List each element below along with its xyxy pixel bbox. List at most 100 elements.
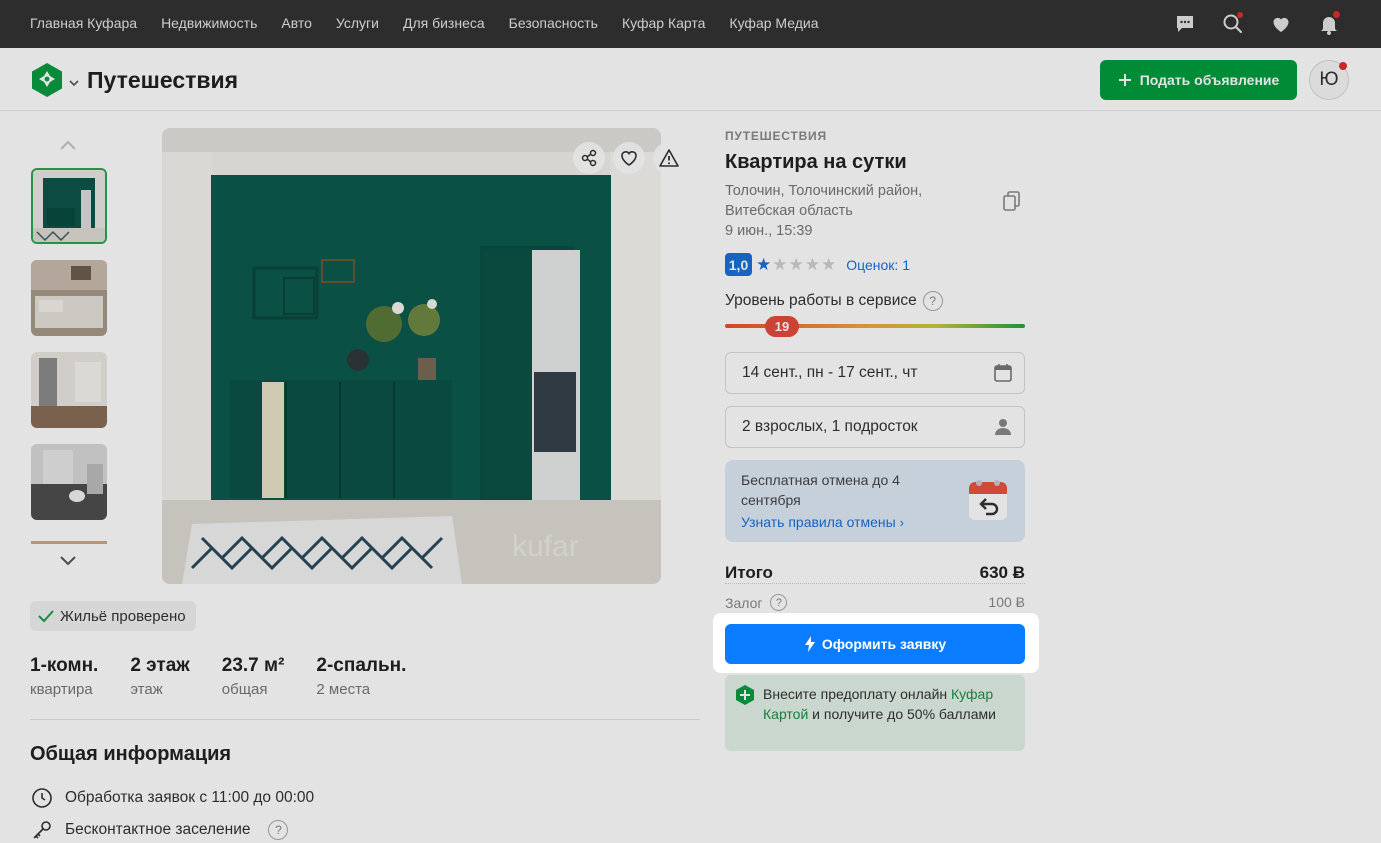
avatar[interactable]: Ю — [1309, 60, 1349, 100]
spec-value: 1-комн. — [30, 655, 99, 676]
search-heart-icon[interactable] — [1221, 12, 1245, 36]
spec-value: 2 этаж — [130, 655, 190, 676]
dates-field[interactable]: 14 сент., пн - 17 сент., чт — [725, 352, 1025, 394]
plus-icon — [1118, 74, 1131, 86]
calendar-return-icon — [967, 476, 1009, 527]
submit-request-label: Оформить заявку — [821, 636, 947, 652]
promo-text: Внесите предоплату онлайн Куфар Картой и… — [763, 684, 1003, 724]
cancel-rules-link[interactable]: Узнать правила отмены › — [741, 514, 904, 530]
thumbnail-4[interactable] — [31, 444, 107, 520]
dates-value: 14 сент., пн - 17 сент., чт — [742, 364, 918, 381]
rating-count-link[interactable]: Оценок: 1 — [846, 257, 910, 273]
warning-icon — [659, 149, 679, 167]
post-ad-label: Подать объявление — [1139, 72, 1280, 88]
spec-floor: 2 этаж этаж — [130, 655, 189, 698]
submit-request-button[interactable]: Оформить заявку — [725, 624, 1025, 664]
nav-link-auto[interactable]: Авто — [281, 15, 312, 31]
divider — [30, 719, 700, 720]
report-button[interactable] — [653, 142, 685, 174]
ad-title: Квартира на сутки — [725, 151, 907, 173]
nav-link-security[interactable]: Безопасность — [509, 15, 598, 31]
cancel-rules-label: Узнать правила отмены — [741, 514, 896, 530]
rating-stars: ★ ★ ★ ★ ★ — [756, 255, 836, 275]
verified-label: Жильё проверено — [60, 607, 186, 625]
nav-link-kufar-card[interactable]: Куфар Карта — [622, 15, 705, 31]
nav-link-business[interactable]: Для бизнеса — [403, 15, 485, 31]
nav-link-services[interactable]: Услуги — [336, 15, 379, 31]
bell-icon[interactable] — [1317, 11, 1341, 36]
person-icon — [995, 419, 1011, 435]
info-row-hours: Обработка заявок с 11:00 до 00:00 — [31, 787, 314, 809]
service-level-label: Уровень работы в сервисе — [725, 292, 917, 309]
deposit-label: Залог — [725, 594, 763, 611]
calendar-icon — [994, 364, 1012, 382]
star-icon: ★ — [821, 254, 837, 274]
main-photo[interactable]: kufar — [162, 128, 661, 584]
deposit-value: 100 Ƀ — [988, 594, 1025, 610]
lightning-icon — [804, 636, 815, 652]
location-line: Толочин, Толочинский район, — [725, 183, 923, 199]
specs: 1-комн. квартира 2 этаж этаж 23.7 м² общ… — [30, 655, 438, 698]
chevron-right-icon: › — [899, 515, 904, 530]
deposit: Залог ? — [725, 594, 788, 611]
watermark-text: kufar — [512, 530, 579, 563]
copy-icon[interactable] — [1002, 190, 1022, 217]
service-level: Уровень работы в сервисе ? — [725, 291, 943, 311]
promo-text-part: Внесите предоплату онлайн — [763, 686, 952, 702]
notification-dot — [1339, 62, 1347, 70]
clock-icon — [32, 788, 52, 808]
star-icon: ★ — [756, 254, 772, 274]
top-navigation: Главная Куфара Недвижимость Авто Услуги … — [0, 0, 1381, 48]
spec-label: квартира — [30, 681, 93, 698]
spec-label: этаж — [130, 681, 163, 698]
nav-link-realty[interactable]: Недвижимость — [161, 15, 257, 31]
thumbnails-up-button[interactable] — [58, 138, 78, 156]
thumbnails-down-button[interactable] — [58, 554, 78, 572]
page-title: Путешествия — [87, 67, 239, 93]
help-icon[interactable]: ? — [770, 594, 788, 611]
spec-label: 2 места — [316, 681, 371, 698]
spec-beds: 2-спальн. 2 места — [316, 655, 406, 698]
guests-value: 2 взрослых, 1 подросток — [742, 418, 918, 435]
share-button[interactable] — [573, 142, 605, 174]
info-text: Бесконтактное заселение — [65, 821, 251, 838]
thumbnail-3[interactable] — [31, 352, 107, 428]
verified-badge: Жильё проверено — [30, 601, 196, 631]
location-line: Витебская область — [725, 203, 853, 219]
top-nav-links: Главная Куфара Недвижимость Авто Услуги … — [30, 15, 842, 31]
help-icon[interactable]: ? — [922, 291, 943, 311]
total-value: 630 Ƀ — [979, 563, 1025, 582]
help-icon[interactable]: ? — [268, 820, 289, 840]
heart-icon[interactable] — [1269, 12, 1293, 36]
kufar-card-icon — [736, 685, 754, 705]
kufar-logo-icon[interactable] — [30, 62, 64, 98]
guests-field[interactable]: 2 взрослых, 1 подросток — [725, 406, 1025, 448]
thumbnail-1[interactable] — [31, 168, 107, 244]
prepay-promo: Внесите предоплату онлайн Куфар Картой и… — [725, 675, 1025, 751]
post-ad-button[interactable]: Подать объявление — [1100, 60, 1297, 100]
spec-rooms: 1-комн. квартира — [30, 655, 98, 698]
star-icon: ★ — [804, 254, 820, 274]
thumbnail-2[interactable] — [31, 260, 107, 336]
info-text: Обработка заявок с 11:00 до 00:00 — [65, 789, 315, 806]
dotted-divider — [725, 583, 1025, 584]
chevron-down-icon[interactable] — [68, 74, 80, 92]
rating-badge: 1,0 — [725, 253, 752, 276]
category-label: ПУТЕШЕСТВИЯ — [725, 129, 827, 143]
location: Толочин, Толочинский район, Витебская об… — [725, 181, 965, 241]
nav-link-home[interactable]: Главная Куфара — [30, 15, 137, 31]
thumbnail-5[interactable] — [31, 536, 107, 544]
section-title: Общая информация — [30, 743, 232, 765]
chat-icon[interactable] — [1173, 12, 1197, 36]
favorite-button[interactable] — [613, 142, 645, 174]
share-icon — [581, 149, 597, 167]
spec-label: общая — [221, 681, 268, 698]
cancel-text: Бесплатная отмена до 4 сентября — [741, 472, 900, 508]
star-icon: ★ — [772, 254, 788, 274]
star-icon: ★ — [788, 254, 804, 274]
page-header: Путешествия Подать объявление Ю — [0, 48, 1381, 111]
key-icon — [33, 821, 51, 839]
nav-link-kufar-media[interactable]: Куфар Медиа — [729, 15, 818, 31]
info-row-checkin: Бесконтактное заселение ? — [31, 819, 289, 841]
avatar-letter: Ю — [1319, 69, 1339, 90]
